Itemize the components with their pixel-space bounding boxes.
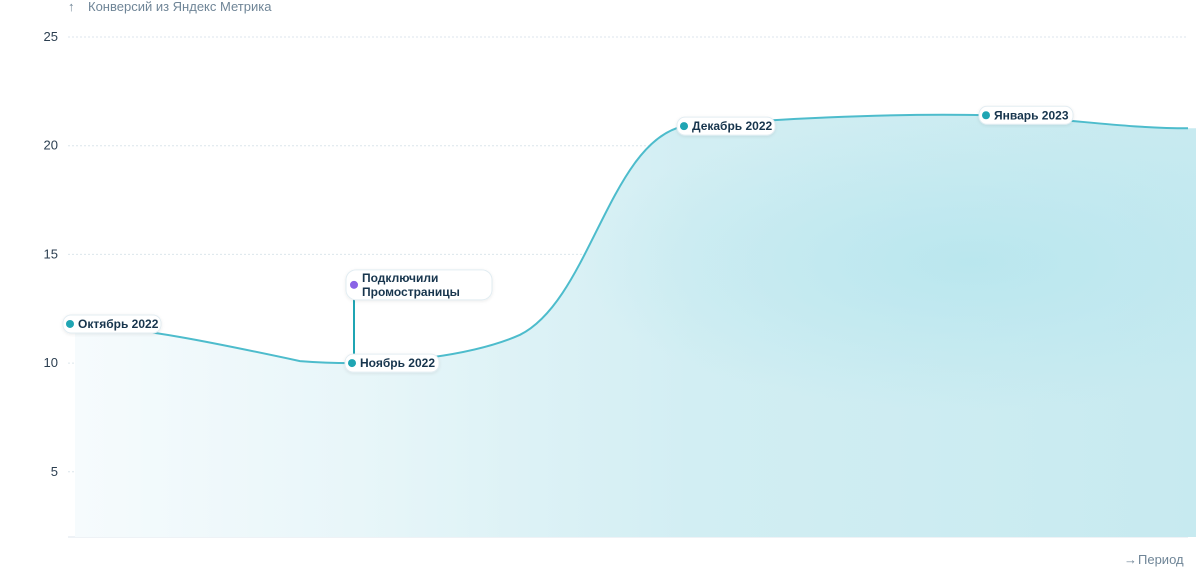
- y-tick-label: 20: [44, 138, 58, 153]
- annotation-line-2: Промостраницы: [362, 285, 460, 299]
- point-label: Январь 2023: [994, 108, 1069, 122]
- annotation-line-1: Подключили: [362, 271, 438, 285]
- data-point: [66, 319, 74, 328]
- y-tick-label: 5: [51, 464, 58, 479]
- y-tick-label: 25: [44, 29, 58, 44]
- data-point: [680, 122, 688, 131]
- point-label: Декабрь 2022: [692, 119, 773, 133]
- data-point: [348, 359, 356, 368]
- annotation-layer: ПодключилиПромостраницы: [345, 269, 493, 364]
- point-label: Ноябрь 2022: [360, 356, 435, 370]
- y-axis-label: Конверсий из Яндекс Метрика: [88, 0, 272, 14]
- area-highlight: [75, 114, 1196, 537]
- tick-layer: 5 10 15 20 25: [44, 29, 58, 479]
- conversion-chart: ПодключилиПромостраницы Октябрь 2022 Нояб…: [44, 0, 1196, 567]
- y-axis-arrow-icon: ↑: [68, 0, 75, 14]
- x-axis-arrow-icon: →: [1124, 552, 1137, 567]
- area-layer: [75, 114, 1196, 537]
- point-label: Октябрь 2022: [78, 317, 159, 331]
- chart-container: Подключили Промостраницы Октябрь 2022 Нояб…: [0, 0, 1200, 570]
- data-point: [982, 111, 990, 120]
- x-axis-label: Период: [1138, 552, 1184, 567]
- annotation-point: [350, 280, 358, 289]
- y-tick-label: 10: [44, 355, 58, 370]
- y-tick-label: 15: [44, 246, 58, 261]
